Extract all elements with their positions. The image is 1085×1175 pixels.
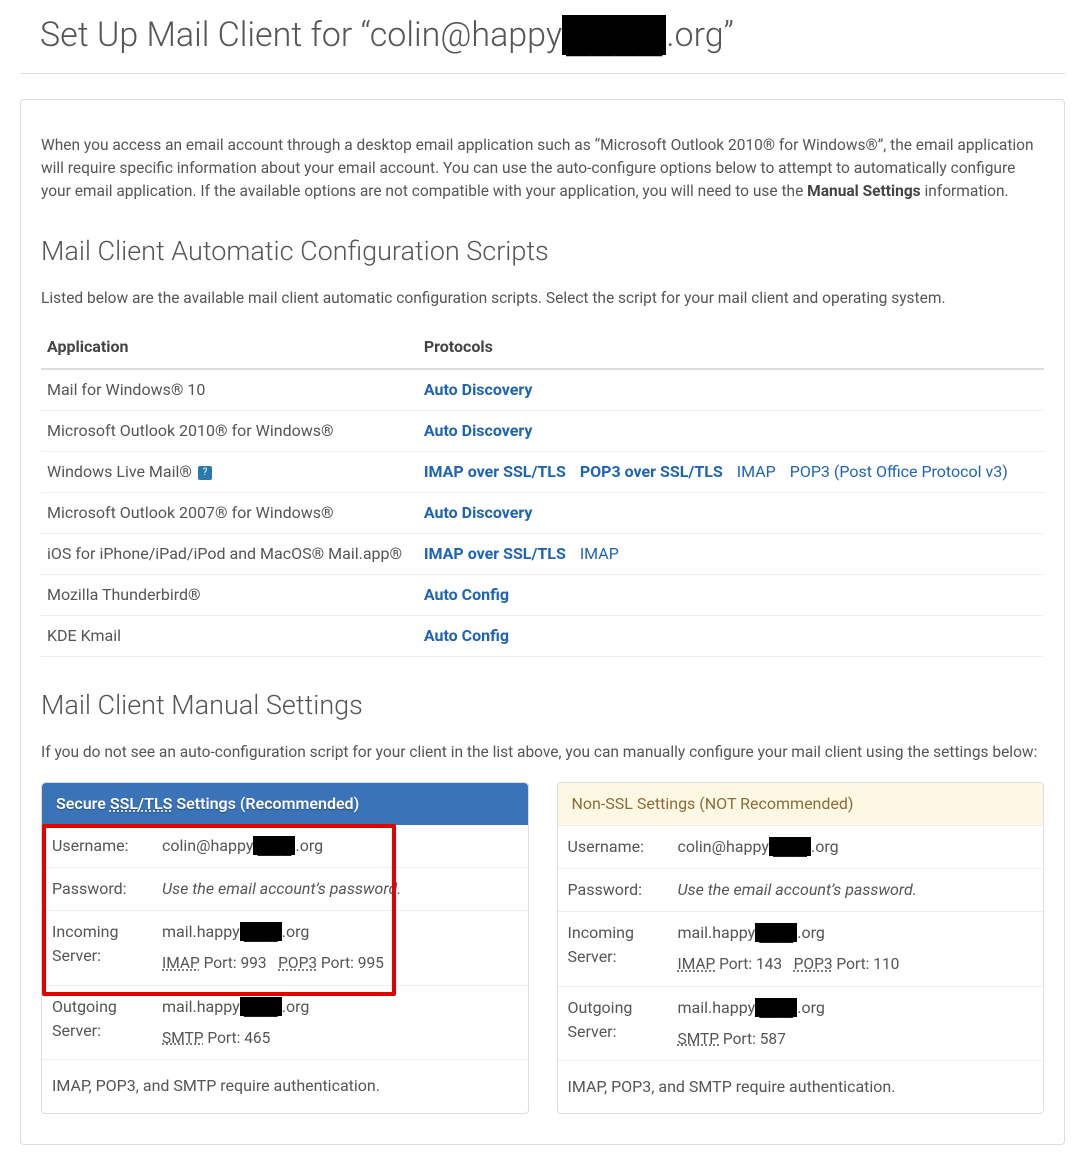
protocols-cell: IMAP over SSL/TLS IMAP xyxy=(418,534,1044,575)
manual-settings-heading: Mail Client Manual Settings xyxy=(41,685,1044,726)
nonssl-incoming-value: mail.happy███.org IMAP Port: 143 POP3 Po… xyxy=(668,912,1044,986)
protocol-link[interactable]: Auto Discovery xyxy=(424,421,533,440)
protocol-link[interactable]: POP3 over SSL/TLS xyxy=(580,462,723,481)
table-row: Windows Live Mail® ? IMAP over SSL/TLS POP… xyxy=(41,452,1044,493)
nonssl-pop3-port: Port: 110 xyxy=(833,955,900,973)
ssl-incoming-label: Incoming Server: xyxy=(42,911,152,985)
protocol-link[interactable]: Auto Config xyxy=(424,585,509,604)
ssl-settings-box: Secure SSL/TLS Settings (Recommended) Us… xyxy=(41,782,529,1114)
ssl-password-label: Password: xyxy=(42,868,152,911)
auto-config-subtext: Listed below are the available mail clie… xyxy=(41,287,1044,310)
protocol-link[interactable]: IMAP over SSL/TLS xyxy=(424,544,566,563)
title-suffix: .org” xyxy=(666,15,733,55)
ssl-password-value: Use the email account’s password. xyxy=(152,868,528,911)
ssl-outgoing-value: mail.happy███.org SMTP Port: 465 xyxy=(152,985,528,1059)
nonssl-password-label: Password: xyxy=(558,869,668,912)
ssl-outgoing-label: Outgoing Server: xyxy=(42,985,152,1059)
nonssl-smtp-label: SMTP xyxy=(678,1030,720,1048)
protocols-cell: Auto Discovery xyxy=(418,493,1044,534)
ssl-smtp-port: Port: 465 xyxy=(204,1029,271,1047)
ssl-imap-port: Port: 993 xyxy=(200,954,267,972)
ssl-incoming-value: mail.happy███.org IMAP Port: 993 POP3 Po… xyxy=(152,911,528,985)
nonssl-outgoing-value: mail.happy███.org SMTP Port: 587 xyxy=(668,986,1044,1060)
protocol-link[interactable]: IMAP xyxy=(580,544,619,563)
protocol-link[interactable]: Auto Discovery xyxy=(424,380,533,399)
nonssl-imap-port: Port: 143 xyxy=(715,955,782,973)
ssl-username-label: Username: xyxy=(42,825,152,868)
nonssl-pop3-label: POP3 xyxy=(794,955,833,973)
ssl-header-abbr: SSL/TLS xyxy=(110,794,173,813)
nonssl-imap-label: IMAP xyxy=(678,955,716,973)
table-row: KDE Kmail Auto Config xyxy=(41,616,1044,657)
protocols-cell: Auto Config xyxy=(418,616,1044,657)
protocol-link[interactable]: POP3 (Post Office Protocol v3) xyxy=(790,462,1008,481)
ssl-smtp-label: SMTP xyxy=(162,1029,204,1047)
nonssl-settings-header: Non-SSL Settings (NOT Recommended) xyxy=(558,783,1044,826)
ssl-header-suffix: Settings (Recommended) xyxy=(172,794,359,813)
ssl-username-value: colin@happy███.org xyxy=(152,825,528,868)
manual-settings-subtext: If you do not see an auto-configuration … xyxy=(41,741,1044,764)
ssl-settings-header: Secure SSL/TLS Settings (Recommended) xyxy=(42,783,528,825)
protocol-link[interactable]: Auto Discovery xyxy=(424,503,533,522)
app-cell: Microsoft Outlook 2007® for Windows® xyxy=(41,493,418,534)
protocol-link[interactable]: IMAP xyxy=(737,462,776,481)
auto-config-heading: Mail Client Automatic Configuration Scri… xyxy=(41,231,1044,272)
ssl-header-prefix: Secure xyxy=(56,794,110,813)
nonssl-settings-box: Non-SSL Settings (NOT Recommended) Usern… xyxy=(557,782,1045,1114)
app-cell: iOS for iPhone/iPad/iPod and MacOS® Mail… xyxy=(41,534,418,575)
ssl-pop3-port: Port: 995 xyxy=(317,954,384,972)
nonssl-outgoing-label: Outgoing Server: xyxy=(558,986,668,1060)
intro-text: When you access an email account through… xyxy=(41,134,1044,204)
app-cell: Mail for Windows® 10 xyxy=(41,369,418,411)
col-protocols: Protocols xyxy=(418,326,1044,369)
title-redacted: ████ xyxy=(562,15,666,55)
nonssl-incoming-label: Incoming Server: xyxy=(558,912,668,986)
table-row: Mail for Windows® 10 Auto Discovery xyxy=(41,369,1044,411)
nonssl-username-label: Username: xyxy=(558,826,668,869)
protocols-cell: IMAP over SSL/TLS POP3 over SSL/TLS IMAP PO… xyxy=(418,452,1044,493)
title-prefix: Set Up Mail Client for “colin@happy xyxy=(40,15,562,55)
nonssl-smtp-port: Port: 587 xyxy=(719,1030,786,1048)
app-cell: Microsoft Outlook 2010® for Windows® xyxy=(41,411,418,452)
intro-after: information. xyxy=(921,182,1009,200)
protocols-cell: Auto Config xyxy=(418,575,1044,616)
table-row: Mozilla Thunderbird® Auto Config xyxy=(41,575,1044,616)
main-panel: When you access an email account through… xyxy=(20,99,1065,1145)
ssl-imap-label: IMAP xyxy=(162,954,200,972)
app-cell: Mozilla Thunderbird® xyxy=(41,575,418,616)
table-row: Microsoft Outlook 2007® for Windows® Aut… xyxy=(41,493,1044,534)
table-row: iOS for iPhone/iPad/iPod and MacOS® Mail… xyxy=(41,534,1044,575)
app-cell: Windows Live Mail® ? xyxy=(41,452,418,493)
nonssl-footer: IMAP, POP3, and SMTP require authenticat… xyxy=(558,1060,1044,1113)
protocols-cell: Auto Discovery xyxy=(418,411,1044,452)
nonssl-password-value: Use the email account’s password. xyxy=(668,869,1044,912)
protocol-link[interactable]: Auto Config xyxy=(424,626,509,645)
scripts-table: Application Protocols Mail for Windows® … xyxy=(41,326,1044,657)
col-application: Application xyxy=(41,326,418,369)
app-cell: KDE Kmail xyxy=(41,616,418,657)
page-title: Set Up Mail Client for “colin@happy████.… xyxy=(20,0,1065,74)
help-icon[interactable]: ? xyxy=(198,466,212,480)
intro-bold: Manual Settings xyxy=(807,182,921,200)
table-row: Microsoft Outlook 2010® for Windows® Aut… xyxy=(41,411,1044,452)
protocol-link[interactable]: IMAP over SSL/TLS xyxy=(424,462,566,481)
protocols-cell: Auto Discovery xyxy=(418,369,1044,411)
nonssl-username-value: colin@happy███.org xyxy=(668,826,1044,869)
ssl-footer: IMAP, POP3, and SMTP require authenticat… xyxy=(42,1059,528,1112)
ssl-pop3-label: POP3 xyxy=(278,954,317,972)
